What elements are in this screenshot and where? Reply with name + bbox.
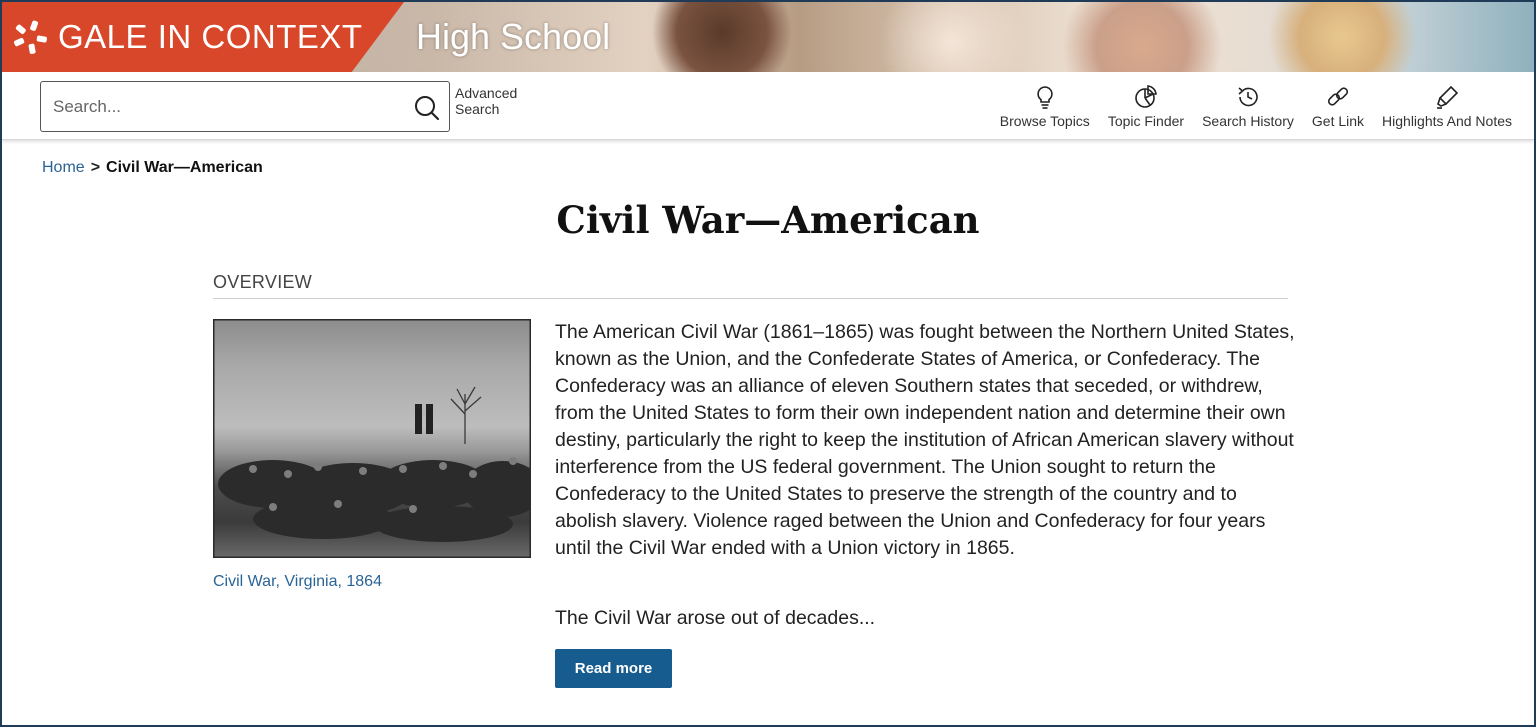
brand-logo-link[interactable]: GALE IN CONTEXT <box>2 2 404 72</box>
read-more-button[interactable]: Read more <box>555 649 672 688</box>
search-history-button[interactable]: Search History <box>1200 84 1296 129</box>
highlighter-icon <box>1437 85 1459 109</box>
edition-label: High School <box>416 16 611 57</box>
pie-chart-icon <box>1135 85 1157 108</box>
browse-topics-label: Browse Topics <box>999 113 1090 129</box>
article-image[interactable] <box>213 319 531 558</box>
history-icon <box>1238 87 1258 107</box>
chevron-right-icon: > <box>90 159 101 176</box>
overview-teaser: The Civil War arose out of decades... <box>555 607 876 629</box>
breadcrumb: Home > Civil War—American <box>42 159 263 177</box>
get-link-label: Get Link <box>1311 113 1365 129</box>
highlights-notes-button[interactable]: Highlights And Notes <box>1380 84 1514 129</box>
header-banner: GALE IN CONTEXT High School <box>2 2 1534 72</box>
page-title: Civil War—American <box>556 198 980 242</box>
get-link-button[interactable]: Get Link <box>1310 84 1366 129</box>
browse-topics-button[interactable]: Browse Topics <box>998 84 1092 129</box>
breadcrumb-home-link[interactable]: Home <box>42 159 85 177</box>
brand-name: GALE IN CONTEXT <box>58 18 363 55</box>
page-frame: GALE IN CONTEXT High School Advanced Sea… <box>0 0 1536 727</box>
tool-menu: Browse Topics Topic Finder Search Histor… <box>998 84 1514 129</box>
toolbar: Advanced Search Browse Topics Top <box>2 72 1534 140</box>
image-caption-link[interactable]: Civil War, Virginia, 1864 <box>213 573 382 591</box>
topic-finder-label: Topic Finder <box>1107 113 1185 129</box>
search-button[interactable] <box>411 92 443 124</box>
link-icon <box>1327 87 1349 106</box>
gale-logo-icon <box>10 17 50 57</box>
overview-text: The American Civil War (1861–1865) was f… <box>555 321 1295 559</box>
breadcrumb-current: Civil War—American <box>106 159 263 176</box>
section-heading-overview: OVERVIEW <box>213 272 1288 299</box>
search-input[interactable] <box>53 94 403 120</box>
search-history-label: Search History <box>1202 113 1294 129</box>
search-box <box>40 81 450 132</box>
search-icon <box>415 96 440 121</box>
lightbulb-icon <box>1037 86 1053 109</box>
topic-finder-button[interactable]: Topic Finder <box>1106 84 1186 129</box>
highlights-notes-label: Highlights And Notes <box>1382 113 1512 129</box>
advanced-search-link[interactable]: Advanced Search <box>455 85 535 117</box>
